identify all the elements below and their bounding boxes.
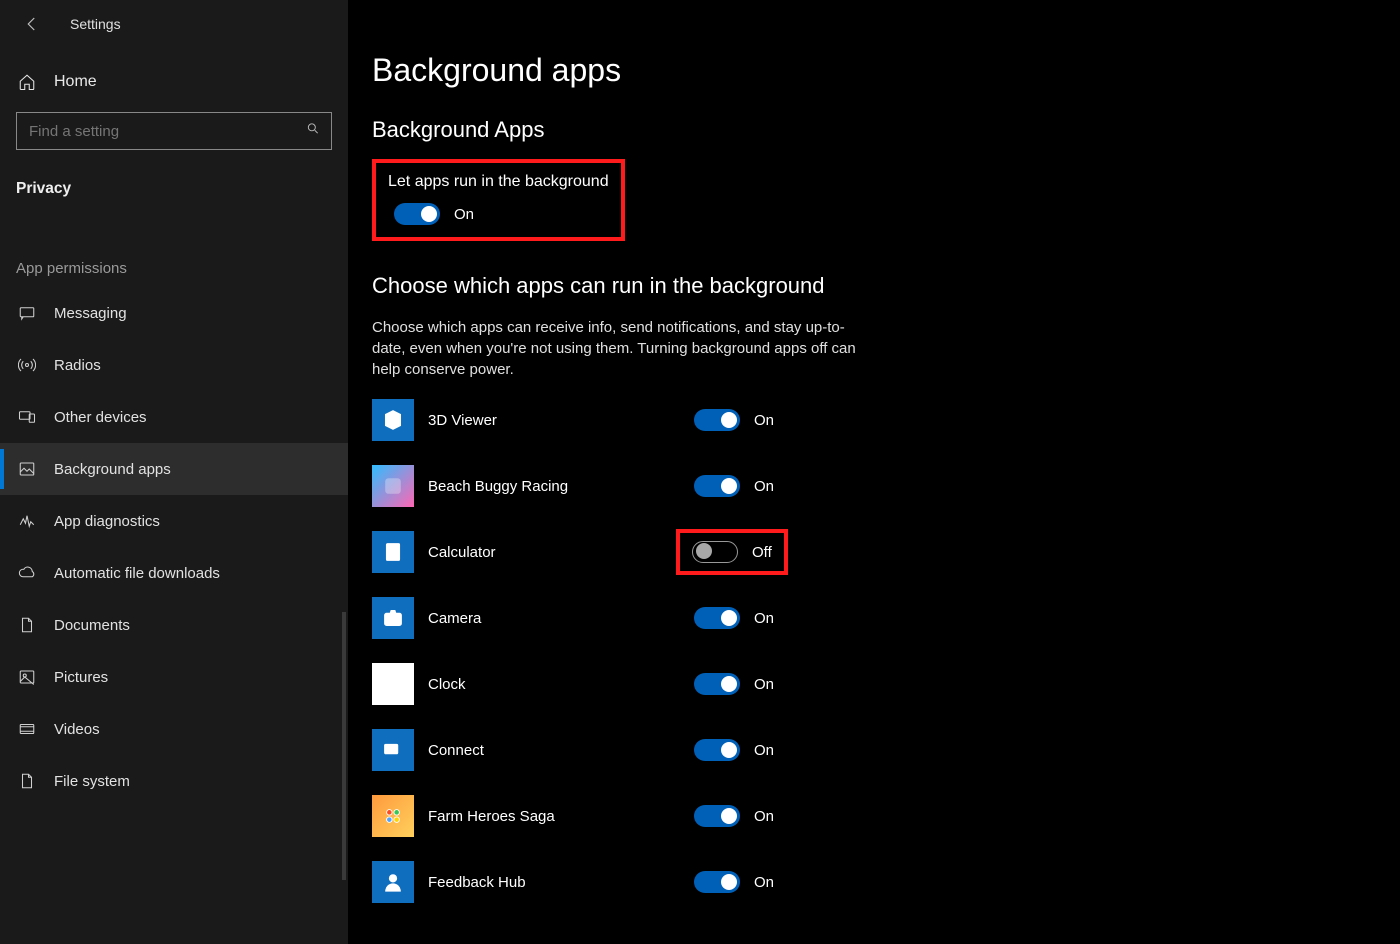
sidebar-item-pictures[interactable]: Pictures (0, 651, 348, 703)
sidebar-item-messaging[interactable]: Messaging (0, 287, 348, 339)
feedback-icon (372, 861, 414, 903)
search-input[interactable] (16, 112, 332, 150)
app-row-calculator: Calculator Off (372, 530, 1400, 574)
farm-heroes-icon (372, 795, 414, 837)
search-icon (306, 122, 320, 141)
toggle-state: On (754, 478, 774, 495)
app-row-camera: Camera On (372, 596, 1400, 640)
toggle-calculator[interactable] (692, 541, 738, 563)
privacy-heading: Privacy (0, 180, 348, 198)
sidebar-item-label: Pictures (54, 669, 108, 686)
calculator-icon (372, 531, 414, 573)
app-name: Beach Buggy Racing (428, 478, 688, 495)
sidebar-item-label: Messaging (54, 305, 127, 322)
scrollbar[interactable] (342, 612, 346, 880)
sidebar-item-label: Videos (54, 721, 100, 738)
sidebar-item-documents[interactable]: Documents (0, 599, 348, 651)
toggle-connect[interactable] (694, 739, 740, 761)
app-row-clock: Clock On (372, 662, 1400, 706)
sidebar-item-label: App diagnostics (54, 513, 160, 530)
toggle-feedback-hub[interactable] (694, 871, 740, 893)
cloud-icon (16, 564, 38, 582)
sidebar: Settings Home Privacy App permissions Me… (0, 0, 348, 944)
app-row-3d-viewer: 3D Viewer On (372, 398, 1400, 442)
main-content: Background apps Background Apps Let apps… (348, 0, 1400, 944)
page-title: Background apps (372, 52, 1400, 89)
section-description: Choose which apps can receive info, send… (372, 317, 862, 380)
top-bar: Settings (0, 0, 348, 48)
toggle-3d-viewer[interactable] (694, 409, 740, 431)
toggle-state: On (754, 808, 774, 825)
master-toggle-block: Let apps run in the background On (372, 159, 625, 241)
image-icon (16, 460, 38, 478)
toggle-state: On (754, 874, 774, 891)
message-icon (16, 304, 38, 322)
beach-buggy-icon (372, 465, 414, 507)
sidebar-item-label: Radios (54, 357, 101, 374)
video-icon (16, 720, 38, 738)
toggle-state: On (754, 742, 774, 759)
app-name: Camera (428, 610, 688, 627)
toggle-state: On (754, 676, 774, 693)
devices-icon (16, 408, 38, 426)
app-permissions-heading: App permissions (0, 260, 348, 277)
sidebar-item-label: File system (54, 773, 130, 790)
back-button[interactable] (16, 8, 48, 40)
diagnostics-icon (16, 512, 38, 530)
master-toggle-label: Let apps run in the background (388, 173, 609, 191)
camera-icon (372, 597, 414, 639)
sidebar-items: Messaging Radios Other devices Backgroun… (0, 287, 348, 807)
toggle-camera[interactable] (694, 607, 740, 629)
home-label: Home (54, 73, 97, 91)
sidebar-item-auto-downloads[interactable]: Automatic file downloads (0, 547, 348, 599)
sidebar-item-app-diagnostics[interactable]: App diagnostics (0, 495, 348, 547)
app-name: Farm Heroes Saga (428, 808, 688, 825)
sidebar-item-radios[interactable]: Radios (0, 339, 348, 391)
app-row-connect: Connect On (372, 728, 1400, 772)
window-title: Settings (70, 16, 121, 32)
3dviewer-icon (372, 399, 414, 441)
sidebar-item-file-system[interactable]: File system (0, 755, 348, 807)
app-name: Feedback Hub (428, 874, 688, 891)
app-row-feedback-hub: Feedback Hub On (372, 860, 1400, 904)
master-toggle[interactable] (394, 203, 440, 225)
sidebar-item-other-devices[interactable]: Other devices (0, 391, 348, 443)
toggle-farm-heroes[interactable] (694, 805, 740, 827)
arrow-left-icon (23, 15, 41, 33)
app-name: Connect (428, 742, 688, 759)
home-icon (16, 73, 38, 91)
app-name: Calculator (428, 544, 688, 561)
sidebar-item-label: Automatic file downloads (54, 565, 220, 582)
toggle-clock[interactable] (694, 673, 740, 695)
toggle-state: On (754, 412, 774, 429)
app-name: 3D Viewer (428, 412, 688, 429)
toggle-state: On (754, 610, 774, 627)
picture-icon (16, 668, 38, 686)
calculator-toggle-highlight: Off (676, 529, 788, 575)
file-icon (16, 772, 38, 790)
sidebar-item-label: Background apps (54, 461, 171, 478)
app-row-beach-buggy: Beach Buggy Racing On (372, 464, 1400, 508)
app-name: Clock (428, 676, 688, 693)
connect-icon (372, 729, 414, 771)
radio-icon (16, 356, 38, 374)
master-toggle-state: On (454, 206, 474, 223)
sidebar-item-background-apps[interactable]: Background apps (0, 443, 348, 495)
search-container (0, 112, 348, 150)
section-heading-1: Background Apps (372, 117, 1400, 143)
clock-icon (372, 663, 414, 705)
sidebar-item-videos[interactable]: Videos (0, 703, 348, 755)
home-nav[interactable]: Home (0, 56, 348, 108)
app-list: 3D Viewer On Beach Buggy Racing On Calcu… (372, 398, 1400, 904)
toggle-state: Off (752, 544, 772, 561)
toggle-beach-buggy[interactable] (694, 475, 740, 497)
sidebar-item-label: Other devices (54, 409, 147, 426)
app-row-farm-heroes: Farm Heroes Saga On (372, 794, 1400, 838)
section-heading-2: Choose which apps can run in the backgro… (372, 273, 1400, 299)
sidebar-item-label: Documents (54, 617, 130, 634)
document-icon (16, 616, 38, 634)
